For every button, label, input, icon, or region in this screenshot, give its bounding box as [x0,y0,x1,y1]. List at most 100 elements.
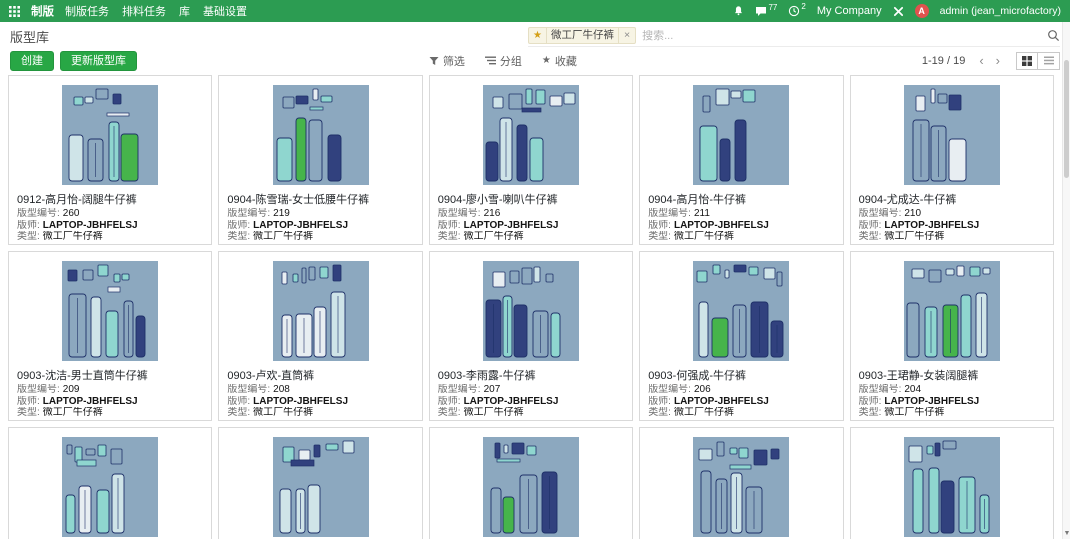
designer-label: 版师: [438,396,461,407]
designer-label: 版师: [438,220,461,231]
designer-label: 版师: [648,396,671,407]
pattern-card[interactable] [850,427,1054,539]
pattern-title[interactable]: 0904-高月怡-牛仔裤 [640,188,842,208]
pattern-card[interactable]: 0903-李雨露-牛仔裤 版型编号:207 版师:LAPTOP-JBHFELSJ… [429,251,633,421]
pattern-designer-row: 版师:LAPTOP-JBHFELSJ [9,220,211,232]
designer-value: LAPTOP-JBHFELSJ [43,220,138,231]
type-label: 类型: [17,231,40,242]
list-icon [1044,56,1054,65]
pattern-code-row: 版型编号:210 [851,208,1053,220]
pattern-code-row: 版型编号:204 [851,384,1053,396]
designer-label: 版师: [227,220,250,231]
designer-label: 版师: [648,220,671,231]
code-value: 204 [904,384,921,395]
pattern-card[interactable] [218,427,422,539]
update-library-button[interactable]: 更新版型库 [60,51,137,71]
pager-prev-button[interactable]: ‹ [975,54,987,67]
filter-menu[interactable]: 筛选 [429,53,465,69]
pattern-thumbnail [219,428,421,539]
pattern-designer-row: 版师:LAPTOP-JBHFELSJ [430,396,632,408]
designer-value: LAPTOP-JBHFELSJ [464,220,559,231]
pattern-code-row: 版型编号:209 [9,384,211,396]
search-facet[interactable]: ★ 微工厂牛仔裤 × [528,27,636,44]
menu-item[interactable]: 制版任务 [65,3,109,19]
pattern-title[interactable]: 0903-王珺静-女装阔腿裤 [851,364,1053,384]
designer-label: 版师: [17,220,40,231]
search-icon[interactable] [1047,29,1060,42]
company-switcher[interactable]: My Company [817,5,882,17]
user-menu[interactable]: admin (jean_microfactory) [940,5,1061,17]
pattern-thumbnail [640,76,842,188]
pattern-code-row: 版型编号:206 [640,384,842,396]
designer-value: LAPTOP-JBHFELSJ [674,220,769,231]
type-label: 类型: [227,231,250,242]
pattern-card[interactable]: 0904-廖小雪-喇叭牛仔裤 版型编号:216 版师:LAPTOP-JBHFEL… [429,75,633,245]
pattern-card[interactable]: 0904-高月怡-牛仔裤 版型编号:211 版师:LAPTOP-JBHFELSJ… [639,75,843,245]
search-input[interactable] [642,30,1041,42]
type-label: 类型: [648,231,671,242]
pattern-type-row: 类型:微工厂牛仔裤 [219,407,421,419]
pattern-card[interactable] [639,427,843,539]
designer-value: LAPTOP-JBHFELSJ [884,396,979,407]
code-label: 版型编号: [859,208,902,219]
pattern-card[interactable]: 0904-尤成达-牛仔裤 版型编号:210 版师:LAPTOP-JBHFELSJ… [850,75,1054,245]
kanban-view-button[interactable] [1016,52,1038,70]
chat-icon[interactable]: 77 [755,6,777,17]
pattern-title[interactable]: 0903-卢欢-直筒裤 [219,364,421,384]
code-value: 216 [484,208,501,219]
type-label: 类型: [859,231,882,242]
pattern-card[interactable]: 0904-陈雪瑞-女士低腰牛仔裤 版型编号:219 版师:LAPTOP-JBHF… [218,75,422,245]
pattern-type-row: 类型:微工厂牛仔裤 [851,231,1053,243]
favorites-menu[interactable]: ★ 收藏 [542,53,577,69]
group-by-menu[interactable]: 分组 [485,53,522,69]
bell-icon[interactable] [733,5,744,17]
search-bar[interactable]: ★ 微工厂牛仔裤 × [528,25,1060,47]
type-label: 类型: [227,407,250,418]
pager-next-button[interactable]: › [992,54,1004,67]
pattern-card[interactable]: 0903-卢欢-直筒裤 版型编号:208 版师:LAPTOP-JBHFELSJ … [218,251,422,421]
app-name[interactable]: 制版 [31,3,54,19]
pattern-thumbnail [219,76,421,188]
pattern-designer-row: 版师:LAPTOP-JBHFELSJ [851,396,1053,408]
pattern-card[interactable]: 0903-何强成-牛仔裤 版型编号:206 版师:LAPTOP-JBHFELSJ… [639,251,843,421]
pattern-card[interactable] [8,427,212,539]
pattern-title[interactable]: 0904-尤成达-牛仔裤 [851,188,1053,208]
avatar[interactable]: A [915,4,929,18]
create-button[interactable]: 创建 [10,51,54,71]
pattern-library-app: 制版 制版任务排料任务库基础设置 77 2 My Company A admin… [0,0,1070,539]
pattern-title[interactable]: 0903-李雨露-牛仔裤 [430,364,632,384]
pattern-card[interactable] [429,427,633,539]
code-label: 版型编号: [648,384,691,395]
menu-item[interactable]: 库 [179,3,190,19]
apps-grid-icon[interactable] [9,6,20,17]
code-value: 206 [694,384,711,395]
facet-remove-icon[interactable]: × [618,28,635,43]
pattern-card[interactable]: 0912-高月怡-阔腿牛仔裤 版型编号:260 版师:LAPTOP-JBHFEL… [8,75,212,245]
designer-value: LAPTOP-JBHFELSJ [43,396,138,407]
pattern-title[interactable]: 0912-高月怡-阔腿牛仔裤 [9,188,211,208]
tools-icon[interactable] [893,6,904,17]
menu-item[interactable]: 排料任务 [122,3,166,19]
activity-clock-icon[interactable]: 2 [788,5,805,17]
designer-value: LAPTOP-JBHFELSJ [884,220,979,231]
scrollbar-down-arrow[interactable]: ▼ [1063,529,1070,539]
pattern-thumbnail [851,428,1053,539]
pattern-title[interactable]: 0903-沈洁-男士直筒牛仔裤 [9,364,211,384]
scrollbar[interactable]: ▼ [1062,22,1070,539]
chat-badge: 77 [768,3,777,12]
pattern-title[interactable]: 0904-廖小雪-喇叭牛仔裤 [430,188,632,208]
pattern-thumbnail [9,76,211,188]
code-value: 210 [904,208,921,219]
menu-item[interactable]: 基础设置 [203,3,247,19]
list-view-button[interactable] [1038,52,1060,70]
pattern-card[interactable]: 0903-王珺静-女装阔腿裤 版型编号:204 版师:LAPTOP-JBHFEL… [850,251,1054,421]
code-label: 版型编号: [438,208,481,219]
pattern-code-row: 版型编号:208 [219,384,421,396]
pattern-card[interactable]: 0903-沈洁-男士直筒牛仔裤 版型编号:209 版师:LAPTOP-JBHFE… [8,251,212,421]
scrollbar-thumb[interactable] [1064,60,1069,178]
pattern-title[interactable]: 0904-陈雪瑞-女士低腰牛仔裤 [219,188,421,208]
pattern-thumbnail [851,252,1053,364]
pattern-type-row: 类型:微工厂牛仔裤 [9,231,211,243]
type-label: 类型: [648,407,671,418]
pattern-title[interactable]: 0903-何强成-牛仔裤 [640,364,842,384]
